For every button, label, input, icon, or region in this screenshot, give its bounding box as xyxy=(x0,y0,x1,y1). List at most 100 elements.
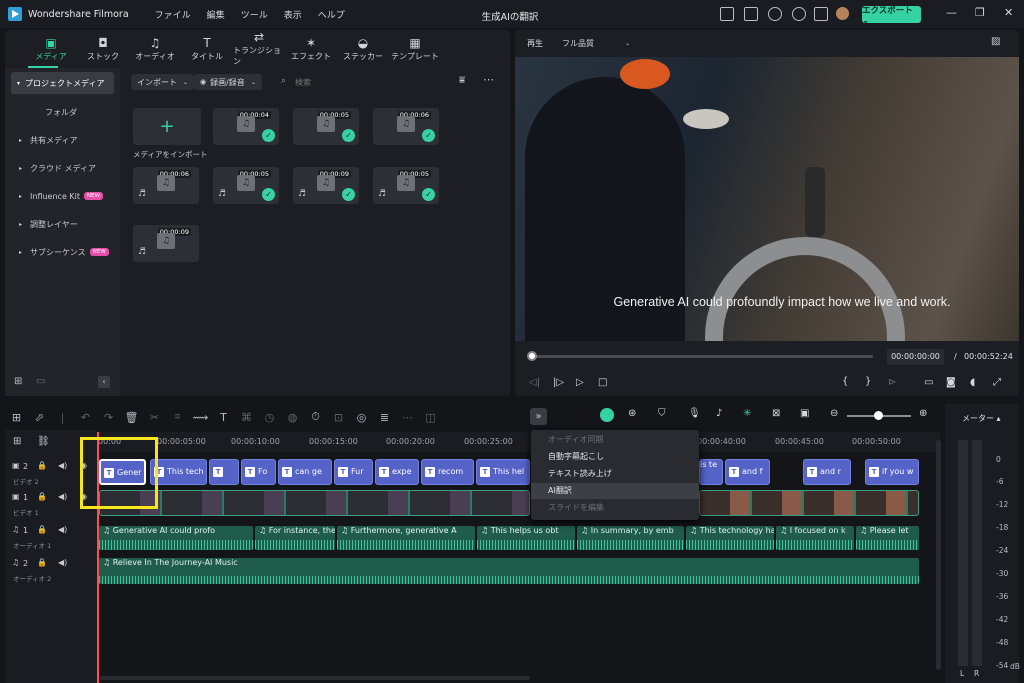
current-time[interactable]: 00:00:00:00 xyxy=(887,349,944,365)
menu-view[interactable]: 表示 xyxy=(284,8,302,21)
import-media-button[interactable]: + xyxy=(133,108,201,145)
color-icon[interactable]: ◍ xyxy=(281,411,304,424)
folder-icon[interactable]: ▭ xyxy=(36,376,45,387)
menu-edit[interactable]: 編集 xyxy=(207,8,225,21)
volume-icon[interactable]: ◖ xyxy=(970,377,975,388)
media-thumb[interactable]: 00:00:09 ♬ ♫ ✓ xyxy=(293,167,359,204)
title-clip[interactable]: T This hel xyxy=(476,459,530,485)
undo-icon[interactable]: ↶ xyxy=(74,411,97,424)
stabilize-icon[interactable]: ⊡ xyxy=(327,411,350,424)
title-clip[interactable]: T This tech xyxy=(150,459,207,485)
seek-bar[interactable] xyxy=(531,355,873,358)
lock-icon[interactable]: 🔒 xyxy=(37,525,47,534)
close-icon[interactable]: ✕ xyxy=(1004,6,1013,19)
filter-icon[interactable]: ⩸ xyxy=(459,75,465,86)
export-button[interactable]: エクスポート ⌄ xyxy=(862,6,921,26)
replace-icon[interactable]: ⊠ xyxy=(772,408,780,419)
tab-effects[interactable]: ✶ エフェクト xyxy=(285,30,337,68)
menu-help[interactable]: ヘルプ xyxy=(318,8,345,21)
menu-item-text-to-speech[interactable]: テキスト読み上げ xyxy=(531,466,699,482)
title-clip[interactable]: T xyxy=(209,459,239,485)
media-thumb[interactable]: 00:00:09 ♬ ♫ xyxy=(133,225,199,262)
more-icon[interactable]: ⋯ xyxy=(483,73,494,86)
speaker-icon[interactable]: ◀) xyxy=(58,461,67,470)
delete-icon[interactable]: 🗑 xyxy=(120,411,143,424)
ai-magic-icon[interactable]: ✳ xyxy=(743,408,751,419)
cut-icon[interactable]: ✂ xyxy=(143,411,166,424)
sidebar-item-folder[interactable]: フォルダ xyxy=(5,98,120,126)
collapse-sidebar-icon[interactable]: ‹ xyxy=(98,376,110,388)
title-clip[interactable]: Tand r xyxy=(803,459,851,485)
camera-icon[interactable]: ◙ xyxy=(946,377,956,388)
meter-label[interactable]: メーター ▴ xyxy=(962,413,1001,424)
render-icon[interactable]: ⊛ xyxy=(628,408,636,419)
transform-icon[interactable]: ⌘ xyxy=(235,411,258,424)
title-clip[interactable]: Tcan ge xyxy=(278,459,332,485)
title-clip[interactable]: is te xyxy=(699,459,723,485)
cloud-upload-icon[interactable] xyxy=(768,7,782,21)
zoom-in-icon[interactable]: ⊕ xyxy=(919,408,927,419)
more-tools-button[interactable]: » xyxy=(530,408,547,425)
tab-transitions[interactable]: ⇄ トランジション xyxy=(233,30,285,68)
support-icon[interactable] xyxy=(792,7,806,21)
media-thumb[interactable]: 00:00:06 ♬ ♫ xyxy=(133,167,199,204)
media-thumb[interactable]: 00:00:05 ♫ ✓ xyxy=(293,108,359,145)
menu-tools[interactable]: ツール xyxy=(241,8,268,21)
lock-icon[interactable]: 🔒 xyxy=(37,461,47,470)
menu-item-ai-translate[interactable]: AI翻訳 xyxy=(531,483,699,499)
link-icon[interactable]: ⛓ xyxy=(37,436,50,447)
speaker-icon[interactable]: ◀) xyxy=(58,525,67,534)
sidebar-item-shared-media[interactable]: ▸ 共有メディア xyxy=(5,126,120,154)
import-dropdown[interactable]: インポート ⌄ xyxy=(131,74,195,90)
title-clip[interactable]: Trecom xyxy=(421,459,474,485)
avatar[interactable] xyxy=(836,7,849,20)
fullscreen-icon[interactable]: ⤢ xyxy=(993,377,1001,388)
lock-icon[interactable]: 🔒 xyxy=(37,492,47,501)
lock-icon[interactable]: 🔒 xyxy=(37,558,47,567)
play-icon[interactable]: ▷ xyxy=(576,377,584,388)
stop-icon[interactable]: □ xyxy=(598,377,607,388)
menu-item-audio-sync[interactable]: オーディオ同期 xyxy=(531,432,699,448)
monitor-icon[interactable]: ▭ xyxy=(924,377,933,388)
audio-clip[interactable]: ♫ I focused on k xyxy=(776,526,854,550)
video-clip-strip[interactable] xyxy=(699,490,919,516)
adjust-icon[interactable]: ≣ xyxy=(373,411,396,424)
tab-stock[interactable]: ◘ ストック xyxy=(77,30,129,68)
mark-out-icon[interactable]: } xyxy=(865,376,871,387)
media-thumb[interactable]: 00:00:05 ♬ ♫ ✓ xyxy=(213,167,279,204)
video-clip-strip[interactable] xyxy=(99,490,530,516)
marker-icon[interactable]: ⊳ xyxy=(888,377,896,388)
crop-icon[interactable]: ⌗ xyxy=(166,410,189,424)
media-thumb[interactable]: 00:00:05 ♬ ♫ ✓ xyxy=(373,167,439,204)
restore-icon[interactable]: ❐ xyxy=(975,6,985,19)
step-play-icon[interactable]: |▷ xyxy=(553,377,564,388)
mark-in-icon[interactable]: { xyxy=(842,376,848,387)
add-track-icon[interactable]: ⊞ xyxy=(13,436,21,447)
media-thumb[interactable]: 00:00:06 ♫ ✓ xyxy=(373,108,439,145)
audio-clip[interactable]: ♫ In summary, by emb xyxy=(577,526,684,550)
title-clip[interactable]: Tif you w xyxy=(865,459,919,485)
speaker-icon[interactable]: ◀) xyxy=(58,558,67,567)
save-icon[interactable] xyxy=(744,7,758,21)
title-clip[interactable]: Tand f xyxy=(725,459,770,485)
minimize-icon[interactable]: — xyxy=(946,6,957,19)
redo-icon[interactable]: ↷ xyxy=(97,411,120,424)
ai-copilot-icon[interactable] xyxy=(600,408,614,422)
title-clip[interactable]: Texpe xyxy=(375,459,419,485)
zoom-out-icon[interactable]: ⊖ xyxy=(830,408,838,419)
audio-clip[interactable]: ♫ Furthermore, generative A xyxy=(337,526,475,550)
ai-tools-icon[interactable]: ◫ xyxy=(419,411,442,424)
sidebar-item-subsequence[interactable]: ▸ サブシーケンス NEW xyxy=(5,238,120,266)
audio-clip[interactable]: ♫ Please let xyxy=(856,526,919,550)
audio-clip[interactable]: ♫ This helps us obt xyxy=(477,526,575,550)
sidebar-item-cloud-media[interactable]: ▸ クラウド メディア xyxy=(5,154,120,182)
shield-icon[interactable]: ⛉ xyxy=(658,408,666,419)
media-thumb[interactable]: 00:00:04 ♫ ✓ xyxy=(213,108,279,145)
audio-clip[interactable]: ♫ Generative AI could profo xyxy=(99,526,253,550)
menu-file[interactable]: ファイル xyxy=(155,8,191,21)
new-folder-icon[interactable]: ⊞ xyxy=(14,376,22,387)
tab-audio[interactable]: ♫ オーディオ xyxy=(129,30,181,68)
tab-stickers[interactable]: ◒ ステッカー xyxy=(337,30,389,68)
search-input[interactable] xyxy=(295,75,445,90)
snapshot-icon[interactable]: ▨ xyxy=(991,36,1000,47)
